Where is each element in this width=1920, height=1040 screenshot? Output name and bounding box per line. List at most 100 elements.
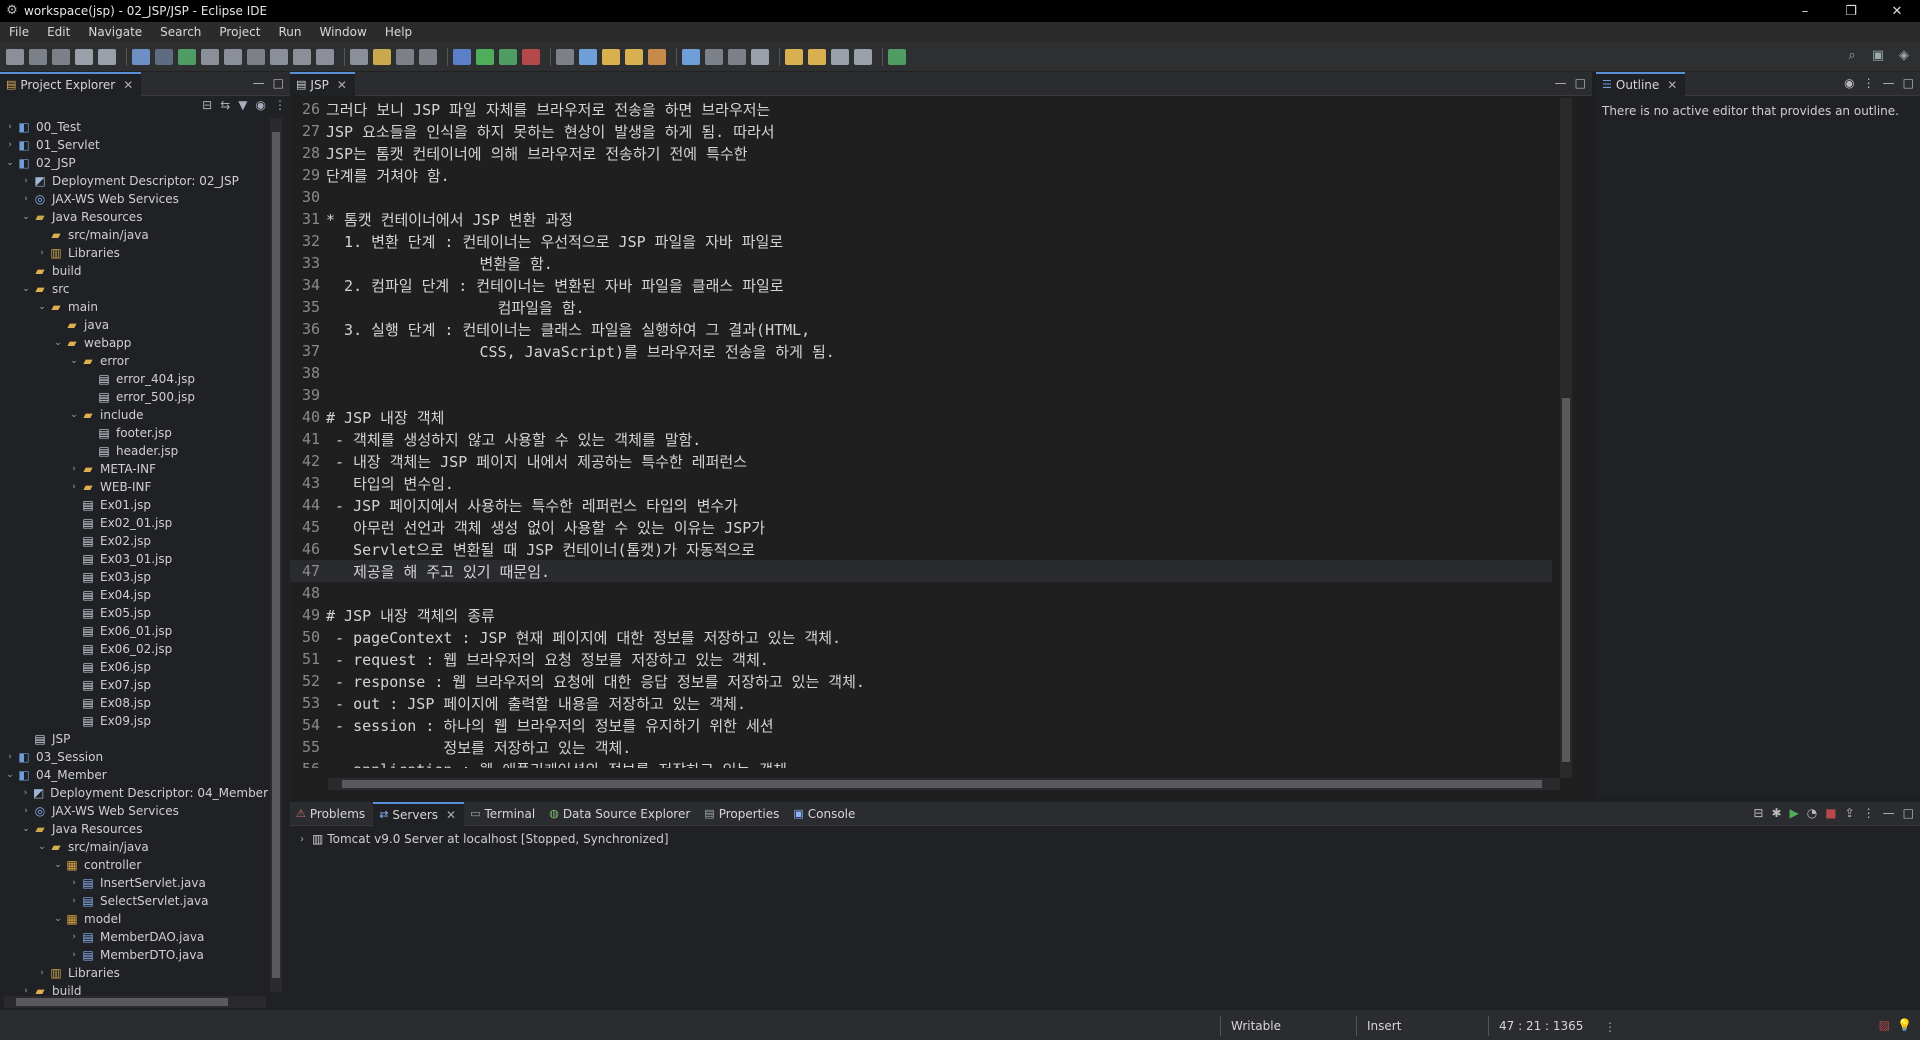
save-icon[interactable] — [29, 48, 47, 65]
menu-search[interactable]: Search — [151, 25, 210, 39]
start-server-icon[interactable]: ▶ — [1790, 806, 1799, 820]
chevron-right-icon[interactable]: › — [68, 482, 80, 492]
publish-icon[interactable]: ⇪ — [1845, 806, 1855, 820]
tab-terminal[interactable]: ▭ Terminal — [464, 802, 543, 826]
terminal-toolbar-icon[interactable] — [132, 48, 150, 65]
editor-scroll-thumb[interactable] — [1562, 398, 1570, 762]
code-line[interactable]: 27 JSP 요소들을 인식을 하지 못하는 현상이 발생을 하게 됨. 따라서 — [290, 120, 1552, 142]
tab-console[interactable]: ▣ Console — [787, 802, 863, 826]
tab-servers[interactable]: ⇄ Servers ✕ — [373, 801, 465, 826]
tree-item[interactable]: › ▥ Libraries — [0, 964, 268, 982]
lightbulb-icon[interactable]: 💡 — [1897, 1018, 1912, 1032]
stop-server-icon[interactable]: ■ — [1825, 806, 1836, 820]
code-line[interactable]: 52 - response : 웹 브라우저의 요청에 대한 응답 정보를 저장… — [290, 670, 1552, 692]
tree-item[interactable]: › ▥ Libraries — [0, 244, 268, 262]
tab-data-source-explorer[interactable]: ◍ Data Source Explorer — [543, 802, 698, 826]
skip-breakpoints-icon[interactable] — [155, 48, 173, 65]
collapse-all-icon[interactable]: ⊟ — [1753, 806, 1763, 820]
tree-item[interactable]: ▤ footer.jsp — [0, 424, 268, 442]
tree-item[interactable]: › ◧ 00_Test — [0, 118, 268, 136]
maximize-panel-icon[interactable]: □ — [1903, 806, 1914, 820]
collapse-all-icon[interactable]: ⊟ — [202, 98, 212, 112]
tree-item[interactable]: ▤ Ex04.jsp — [0, 586, 268, 604]
code-line[interactable]: 46 Servlet으로 변환될 때 JSP 컨테이너(톰캣)가 자동적으로 — [290, 538, 1552, 560]
focus-icon[interactable]: ◉ — [1844, 76, 1854, 90]
close-icon[interactable]: ✕ — [446, 808, 456, 822]
profile-server-icon[interactable]: ◔ — [1807, 806, 1817, 820]
code-line[interactable]: 32 1. 변환 단계 : 컨테이너는 우선적으로 JSP 파일을 자바 파일로 — [290, 230, 1552, 252]
tree-item[interactable]: ⌄ ◧ 04_Member — [0, 766, 268, 784]
forward-icon[interactable] — [854, 48, 872, 65]
code-line[interactable]: 35 컴파일을 함. — [290, 296, 1552, 318]
menu-project[interactable]: Project — [210, 25, 269, 39]
close-icon[interactable]: ✕ — [1667, 78, 1677, 92]
last-edit-icon[interactable] — [785, 48, 803, 65]
show-whitespace-icon[interactable] — [419, 48, 437, 65]
tab-jsp-editor[interactable]: ▤ JSP ✕ — [290, 71, 355, 96]
tree-item[interactable]: ▤ Ex02_01.jsp — [0, 514, 268, 532]
search-icon[interactable]: ⌕ — [1844, 48, 1860, 64]
tree-item[interactable]: ⌄ ▰ webapp — [0, 334, 268, 352]
search-tool-icon[interactable] — [648, 48, 666, 65]
back-icon[interactable] — [831, 48, 849, 65]
java-ee-perspective-icon[interactable]: ◈ — [1896, 48, 1912, 64]
code-line[interactable]: 30 — [290, 186, 1552, 208]
minimize-panel-icon[interactable]: — — [1883, 76, 1895, 90]
external-tools-icon[interactable] — [522, 48, 540, 65]
code-line[interactable]: 43 타입의 변수임. — [290, 472, 1552, 494]
tree-item[interactable]: ▤ Ex09.jsp — [0, 712, 268, 730]
chevron-right-icon[interactable]: › — [4, 752, 16, 762]
chevron-right-icon[interactable]: › — [20, 806, 32, 816]
code-line[interactable]: 53 - out : JSP 페이지에 출력할 내용을 저장하고 있는 객체. — [290, 692, 1552, 714]
tree-item[interactable]: ⌄ ▰ src — [0, 280, 268, 298]
chevron-down-icon[interactable]: ⌄ — [52, 860, 64, 870]
next-edit-icon[interactable] — [808, 48, 826, 65]
tree-item[interactable]: ▤ Ex03.jsp — [0, 568, 268, 586]
tree-item[interactable]: ▤ JSP — [0, 730, 268, 748]
chevron-down-icon[interactable]: ⌄ — [20, 212, 32, 222]
annotation-prev-icon[interactable] — [728, 48, 746, 65]
package-export-icon[interactable] — [888, 48, 906, 65]
tree-item[interactable]: ⌄ ▦ controller — [0, 856, 268, 874]
editor-vscrollbar[interactable] — [1560, 98, 1572, 778]
chevron-right-icon[interactable]: › — [68, 932, 80, 942]
code-line[interactable]: 37 CSS, JavaScript)를 브라우저로 전송을 하게 됨. — [290, 340, 1552, 362]
code-line[interactable]: 29 단계를 거쳐야 함. — [290, 164, 1552, 186]
save-all-icon[interactable] — [52, 48, 70, 65]
open-folder-icon[interactable] — [602, 48, 620, 65]
undo-icon[interactable] — [75, 48, 93, 65]
chevron-right-icon[interactable]: › — [68, 878, 80, 888]
code-line[interactable]: 34 2. 컴파일 단계 : 컨테이너는 변환된 자바 파일을 클래스 파일로 — [290, 274, 1552, 296]
explorer-hscrollbar[interactable] — [4, 996, 266, 1008]
new-server-icon[interactable] — [556, 48, 574, 65]
tree-item[interactable]: › ◧ 03_Session — [0, 748, 268, 766]
chevron-down-icon[interactable]: ⌄ — [4, 158, 16, 168]
explorer-vscrollbar[interactable] — [270, 118, 282, 992]
tab-problems[interactable]: ⚠ Problems — [290, 802, 373, 826]
tree-item[interactable]: ▤ Ex03_01.jsp — [0, 550, 268, 568]
explorer-hscroll-thumb[interactable] — [16, 998, 228, 1006]
tree-item[interactable]: ▤ header.jsp — [0, 442, 268, 460]
minimize-panel-icon[interactable]: — — [253, 76, 265, 90]
focus-icon[interactable]: ◉ — [256, 98, 266, 112]
chevron-down-icon[interactable]: ⌄ — [52, 338, 64, 348]
tree-item[interactable]: › ▰ WEB-INF — [0, 478, 268, 496]
tree-item[interactable]: ▰ build — [0, 262, 268, 280]
tree-item[interactable]: ▤ error_500.jsp — [0, 388, 268, 406]
menu-window[interactable]: Window — [310, 25, 375, 39]
tree-item[interactable]: › ▤ InsertServlet.java — [0, 874, 268, 892]
code-line[interactable]: 54 - session : 하나의 웹 브라우저의 정보를 유지하기 위한 세… — [290, 714, 1552, 736]
open-resource-icon[interactable] — [625, 48, 643, 65]
tree-item[interactable]: › ◩ Deployment Descriptor: 04_Member — [0, 784, 268, 802]
chevron-right-icon[interactable]: › — [4, 122, 16, 132]
code-line[interactable]: 48 — [290, 582, 1552, 604]
chevron-down-icon[interactable]: ⌄ — [20, 824, 32, 834]
chevron-down-icon[interactable]: ⌄ — [4, 770, 16, 780]
web-browser-icon[interactable] — [579, 48, 597, 65]
chevron-right-icon[interactable]: › — [36, 248, 48, 258]
minimize-panel-icon[interactable]: — — [1555, 76, 1567, 90]
tree-item[interactable]: ▤ error_404.jsp — [0, 370, 268, 388]
code-line[interactable]: 44 - JSP 페이지에서 사용하는 특수한 레퍼런스 타입의 변수가 — [290, 494, 1552, 516]
server-entry[interactable]: › ▥ Tomcat v9.0 Server at localhost [Sto… — [300, 832, 669, 846]
filter-icon[interactable]: ▼ — [238, 98, 247, 112]
